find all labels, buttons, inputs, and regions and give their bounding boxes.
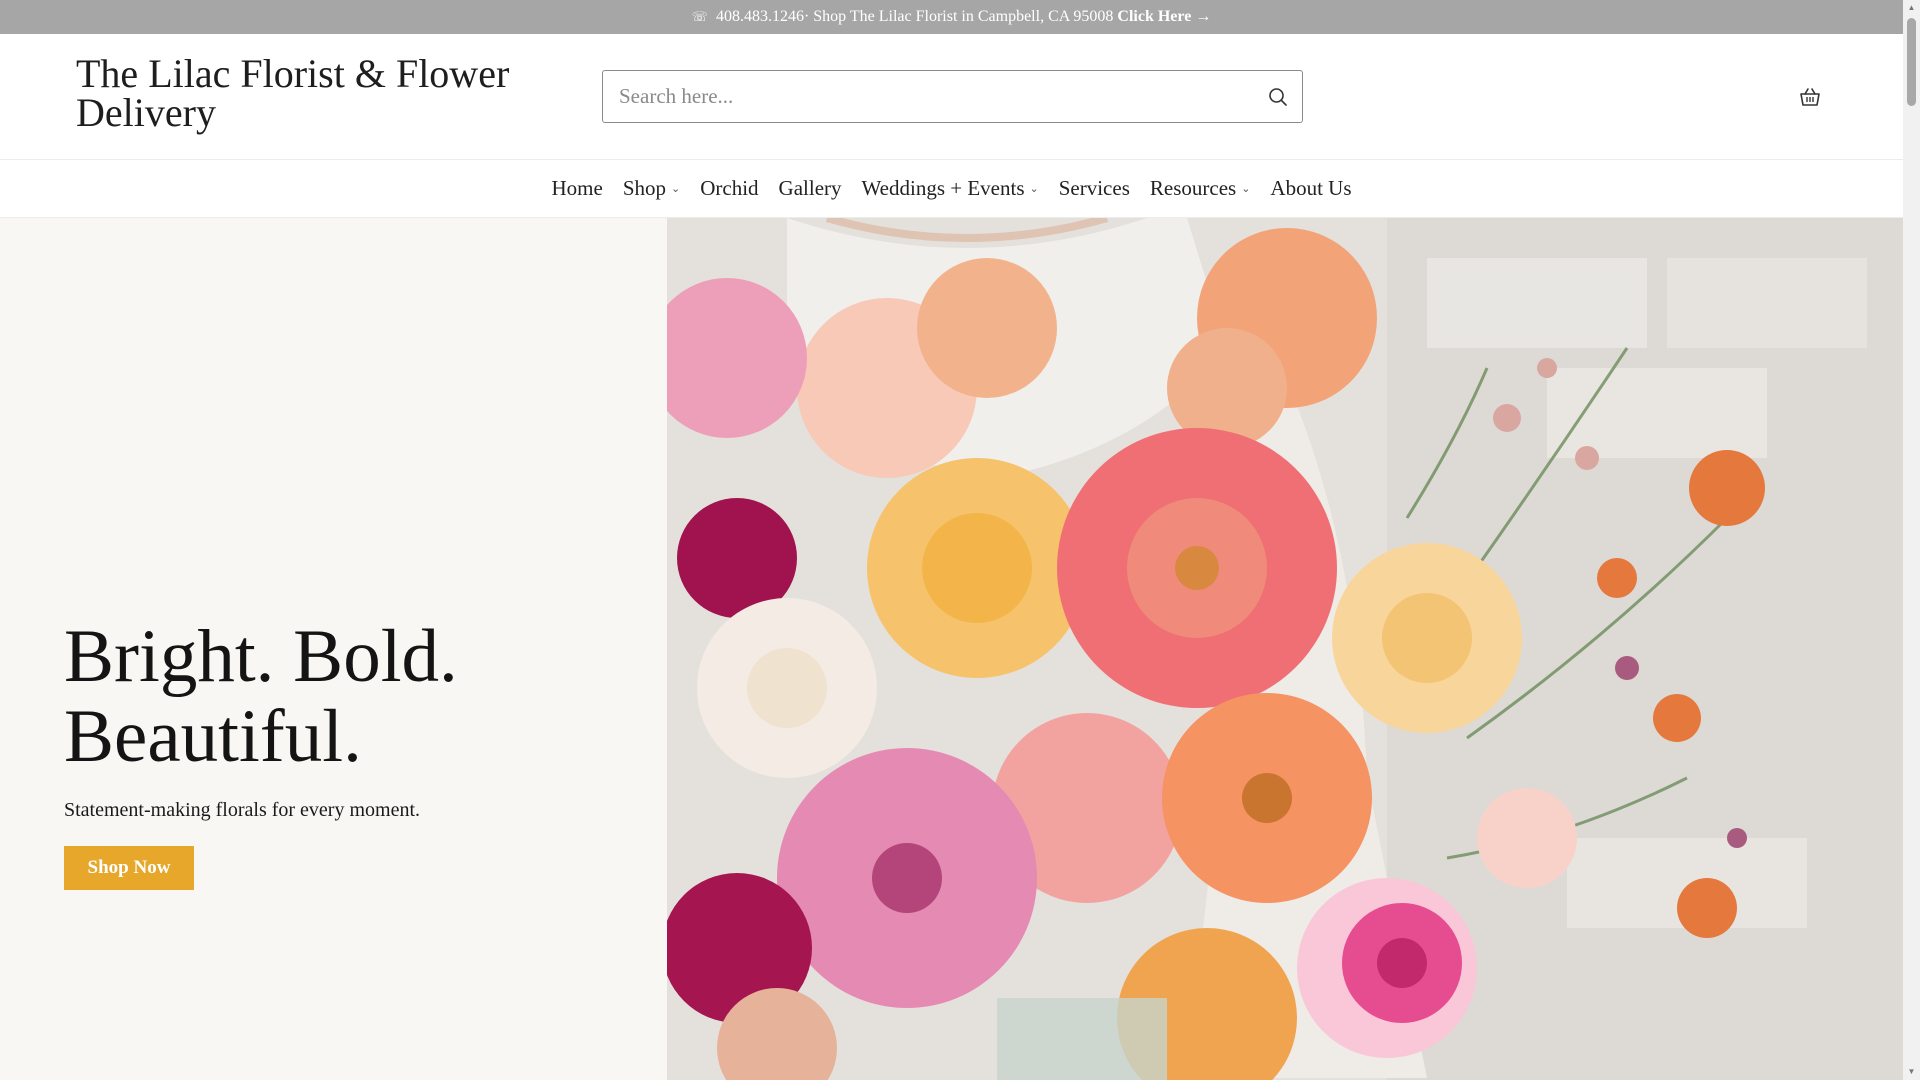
site-logo[interactable]: The Lilac Florist & Flower Delivery (76, 54, 536, 133)
announcement-text: 408.483.1246· Shop The Lilac Florist in … (715, 8, 1114, 25)
hero-title-line2: Beautiful. (64, 695, 362, 778)
search-box (602, 70, 1303, 123)
basket-icon[interactable] (1796, 84, 1824, 110)
nav-item-label: Shop (622, 176, 666, 200)
scroll-down-icon[interactable]: ▼ (1907, 1067, 1916, 1076)
announcement-link[interactable]: Click Here → (1117, 8, 1211, 26)
nav-item-gallery[interactable]: Gallery (779, 176, 842, 201)
nav-item-label: Home (551, 176, 603, 200)
scrollbar-thumb[interactable] (1907, 18, 1916, 106)
hero-title: Bright. Bold. Beautiful. (64, 617, 624, 777)
chevron-down-icon: ⌄ (671, 183, 681, 195)
nav-item-about-us[interactable]: About Us (1270, 176, 1351, 201)
search-icon[interactable] (1262, 81, 1294, 113)
search-input[interactable] (603, 71, 1243, 122)
nav-item-home[interactable]: Home (551, 176, 602, 201)
main-nav: Home Shop ⌄ Orchid Gallery Weddings + Ev… (0, 160, 1903, 218)
nav-item-label: Resources (1149, 176, 1237, 200)
nav-item-label: Orchid (700, 176, 759, 200)
shop-now-button[interactable]: Shop Now (64, 846, 194, 890)
nav-item-label: About Us (1270, 176, 1352, 200)
nav-item-shop[interactable]: Shop ⌄ (623, 176, 680, 201)
site-header: The Lilac Florist & Flower Delivery (0, 34, 1903, 160)
nav-item-orchid[interactable]: Orchid (700, 176, 758, 201)
chevron-down-icon: ⌄ (1029, 183, 1039, 195)
hero-title-line1: Bright. Bold. (64, 615, 458, 698)
nav-item-label: Gallery (778, 176, 842, 200)
hero-subtitle: Statement-making florals for every momen… (64, 799, 421, 821)
announcement-bar: ☏ 408.483.1246· Shop The Lilac Florist i… (0, 0, 1903, 34)
scroll-up-icon[interactable]: ▲ (1907, 3, 1916, 12)
nav-item-weddings-events[interactable]: Weddings + Events ⌄ (862, 176, 1039, 201)
nav-item-resources[interactable]: Resources ⌄ (1150, 176, 1251, 201)
flower-bouquet-photo (667, 218, 1903, 1080)
page-scrollbar[interactable]: ▲ ▼ (1903, 0, 1920, 1080)
nav-item-services[interactable]: Services (1059, 176, 1130, 201)
nav-item-label: Services (1058, 176, 1130, 200)
phone-icon: ☏ (691, 9, 708, 24)
nav-item-label: Weddings + Events (861, 176, 1025, 200)
hero-text-panel: Bright. Bold. Beautiful. Statement-makin… (0, 218, 667, 1080)
chevron-down-icon: ⌄ (1241, 183, 1251, 195)
